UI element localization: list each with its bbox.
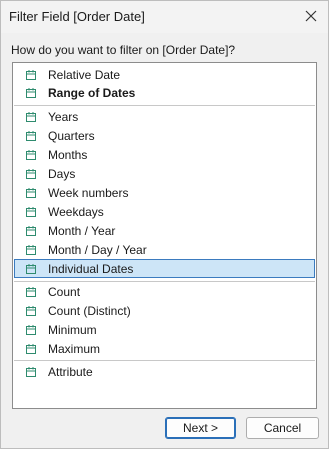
list-item-relative-date[interactable]: Relative Date bbox=[14, 66, 315, 84]
list-item-years[interactable]: Years bbox=[14, 108, 315, 126]
filter-field-dialog: Filter Field [Order Date] How do you wan… bbox=[0, 0, 329, 449]
list-item-range-of-dates[interactable]: Range of Dates bbox=[14, 84, 315, 102]
list-item-month-year[interactable]: Month / Year bbox=[14, 222, 315, 240]
list-item-months[interactable]: Months bbox=[14, 146, 315, 164]
list-item-label: Count (Distinct) bbox=[48, 304, 131, 318]
list-item-label: Month / Day / Year bbox=[48, 243, 147, 257]
list-item-label: Minimum bbox=[48, 323, 97, 337]
list-separator bbox=[14, 281, 315, 282]
calendar-icon bbox=[25, 286, 37, 298]
list-item-attribute[interactable]: Attribute bbox=[14, 363, 315, 381]
calendar-icon bbox=[25, 343, 37, 355]
calendar-icon bbox=[25, 87, 37, 99]
close-icon bbox=[305, 10, 317, 22]
calendar-icon bbox=[25, 206, 37, 218]
list-item-days[interactable]: Days bbox=[14, 165, 315, 183]
calendar-icon bbox=[25, 244, 37, 256]
list-item-label: Attribute bbox=[48, 365, 93, 379]
list-item-month-day-year[interactable]: Month / Day / Year bbox=[14, 241, 315, 259]
list-item-label: Week numbers bbox=[48, 186, 129, 200]
list-item-individual-dates[interactable]: Individual Dates bbox=[14, 259, 315, 278]
list-item-label: Days bbox=[48, 167, 76, 181]
list-item-weekdays[interactable]: Weekdays bbox=[14, 203, 315, 221]
calendar-icon bbox=[25, 366, 37, 378]
calendar-icon bbox=[25, 69, 37, 81]
cancel-button[interactable]: Cancel bbox=[246, 417, 319, 439]
list-item-label: Month / Year bbox=[48, 224, 116, 238]
calendar-icon bbox=[25, 130, 37, 142]
list-item-label: Relative Date bbox=[48, 68, 121, 82]
list-item-label: Maximum bbox=[48, 342, 101, 356]
calendar-icon bbox=[25, 324, 37, 336]
filter-prompt: How do you want to filter on [Order Date… bbox=[11, 43, 236, 57]
list-item-minimum[interactable]: Minimum bbox=[14, 321, 315, 339]
list-separator bbox=[14, 360, 315, 361]
list-item-week-numbers[interactable]: Week numbers bbox=[14, 184, 315, 202]
calendar-icon bbox=[25, 305, 37, 317]
next-button[interactable]: Next > bbox=[165, 417, 236, 439]
list-item-label: Weekdays bbox=[48, 205, 104, 219]
list-item-label: Individual Dates bbox=[48, 261, 134, 276]
list-item-quarters[interactable]: Quarters bbox=[14, 127, 315, 145]
calendar-icon bbox=[25, 187, 37, 199]
calendar-icon bbox=[25, 263, 37, 275]
list-item-label: Years bbox=[48, 110, 79, 124]
list-item-label: Months bbox=[48, 148, 88, 162]
list-item-label: Count bbox=[48, 285, 81, 299]
close-button[interactable] bbox=[298, 4, 324, 28]
calendar-icon bbox=[25, 111, 37, 123]
title-bar: Filter Field [Order Date] bbox=[1, 1, 328, 33]
list-item-label: Quarters bbox=[48, 129, 95, 143]
list-item-maximum[interactable]: Maximum bbox=[14, 340, 315, 358]
window-title: Filter Field [Order Date] bbox=[9, 9, 145, 24]
calendar-icon bbox=[25, 225, 37, 237]
list-item-count[interactable]: Count bbox=[14, 283, 315, 301]
list-item-label: Range of Dates bbox=[48, 86, 136, 100]
list-separator bbox=[14, 105, 315, 106]
calendar-icon bbox=[25, 149, 37, 161]
calendar-icon bbox=[25, 168, 37, 180]
filter-type-list[interactable]: Relative Date Range of Dates Years Quart… bbox=[12, 62, 317, 409]
list-item-count-distinct[interactable]: Count (Distinct) bbox=[14, 302, 315, 320]
